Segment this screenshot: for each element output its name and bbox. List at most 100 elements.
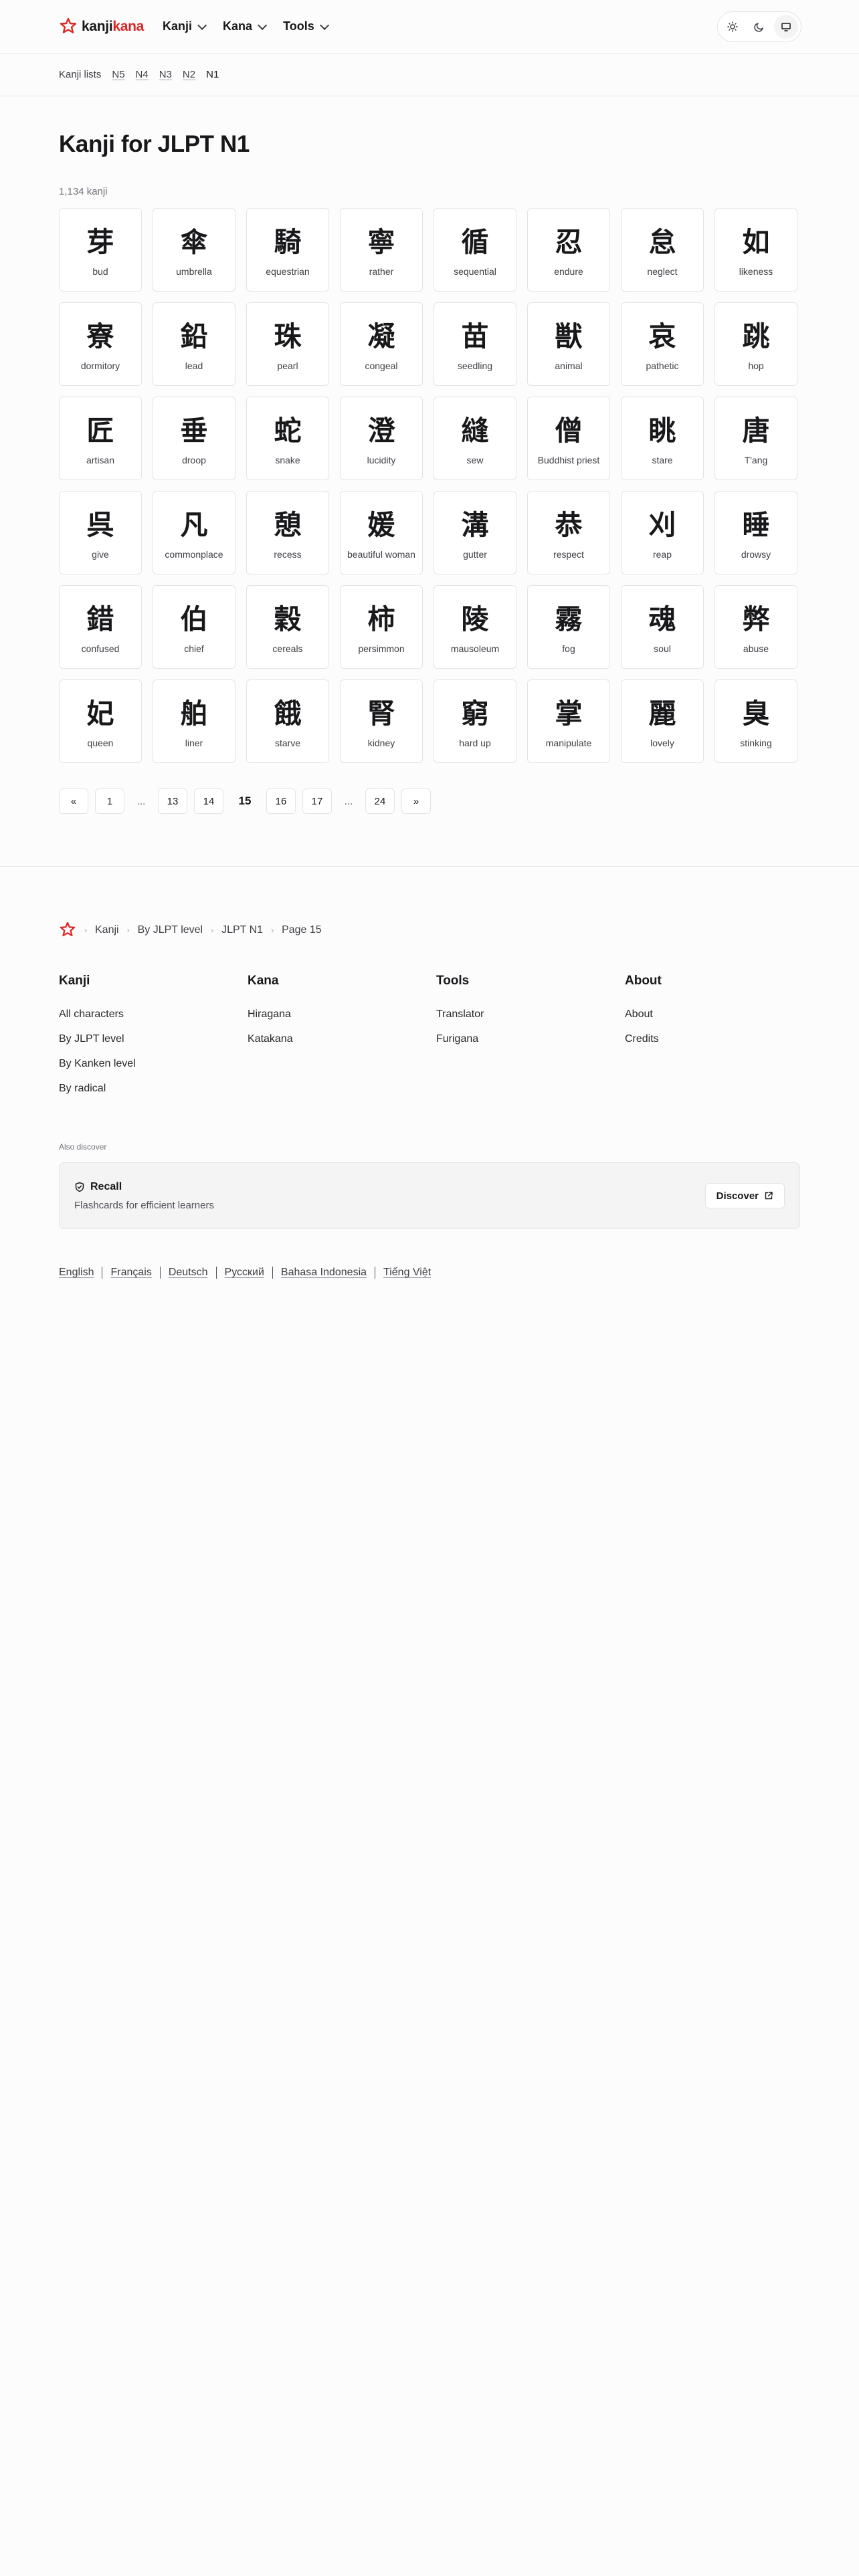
kanji-card[interactable]: 餓 starve (246, 679, 329, 763)
footer-link[interactable]: By radical (59, 1083, 248, 1095)
breadcrumb-item[interactable]: By JLPT level (138, 924, 203, 936)
level-link-n3[interactable]: N3 (159, 69, 172, 80)
language-link-russian[interactable]: Русский (215, 1267, 272, 1279)
kanji-card[interactable]: 穀 cereals (246, 585, 329, 669)
page-button-13[interactable]: 13 (158, 788, 187, 814)
kanji-card[interactable]: 傘 umbrella (153, 208, 235, 292)
kanji-card[interactable]: 刈 reap (621, 491, 704, 574)
kanji-card[interactable]: 窮 hard up (434, 679, 516, 763)
logo[interactable]: kanjikana (59, 17, 144, 36)
kanji-card[interactable]: 掌 manipulate (527, 679, 610, 763)
kanji-card[interactable]: 澄 lucidity (340, 397, 423, 480)
logo-text-kana: kana (112, 18, 145, 34)
footer-link[interactable]: About (625, 1008, 814, 1021)
light-theme-button[interactable] (721, 15, 745, 39)
footer-link[interactable]: By JLPT level (59, 1033, 248, 1045)
discover-button[interactable]: Discover (704, 1183, 785, 1208)
page-button-14[interactable]: 14 (194, 788, 223, 814)
page-button-1[interactable]: 1 (95, 788, 124, 814)
kanji-card[interactable]: 寮 dormitory (59, 302, 142, 386)
footer-link[interactable]: Hiragana (248, 1008, 436, 1021)
kanji-meaning: artisan (86, 455, 115, 465)
kanji-card[interactable]: 腎 kidney (340, 679, 423, 763)
kanji-card[interactable]: 珠 pearl (246, 302, 329, 386)
kanji-card[interactable]: 溝 gutter (434, 491, 516, 574)
kanji-card[interactable]: 獣 animal (527, 302, 610, 386)
logo-text-kanji: kanji (82, 18, 113, 34)
kanji-card[interactable]: 妃 queen (59, 679, 142, 763)
kanji-card[interactable]: 凝 congeal (340, 302, 423, 386)
kanji-card[interactable]: 媛 beautiful woman (340, 491, 423, 574)
page-button-17[interactable]: 17 (302, 788, 332, 814)
kanji-card[interactable]: 臭 stinking (714, 679, 797, 763)
footer-link[interactable]: All characters (59, 1008, 248, 1021)
kanji-card[interactable]: 錯 confused (59, 585, 142, 669)
kanji-card[interactable]: 陵 mausoleum (434, 585, 516, 669)
kanji-character: 垂 (180, 415, 208, 447)
language-link-french[interactable]: Français (102, 1267, 159, 1279)
prev-page-button[interactable]: « (59, 788, 88, 814)
footer-link[interactable]: Translator (436, 1008, 625, 1021)
footer-link[interactable]: Credits (625, 1033, 814, 1045)
kanji-card[interactable]: 柿 persimmon (340, 585, 423, 669)
language-link-indonesian[interactable]: Bahasa Indonesia (272, 1267, 375, 1279)
breadcrumb-item[interactable]: Kanji (95, 924, 119, 936)
kanji-character: 恭 (555, 509, 583, 541)
kanji-card[interactable]: 垂 droop (153, 397, 235, 480)
kanji-card[interactable]: 忍 endure (527, 208, 610, 292)
flower-logo-icon[interactable] (59, 922, 76, 939)
kanji-card[interactable]: 呉 give (59, 491, 142, 574)
level-link-n4[interactable]: N4 (136, 69, 149, 80)
nav-kanji[interactable]: Kanji (163, 19, 207, 33)
page-button-16[interactable]: 16 (266, 788, 296, 814)
kanji-card[interactable]: 縫 sew (434, 397, 516, 480)
nav-kana[interactable]: Kana (223, 19, 268, 33)
kanji-card[interactable]: 寧 rather (340, 208, 423, 292)
kanji-card[interactable]: 苗 seedling (434, 302, 516, 386)
kanji-card[interactable]: 唐 T'ang (714, 397, 797, 480)
dark-theme-button[interactable] (747, 15, 771, 39)
next-page-button[interactable]: » (401, 788, 431, 814)
kanji-meaning: hop (748, 360, 764, 371)
kanji-card[interactable]: 怠 neglect (621, 208, 704, 292)
kanji-card[interactable]: 麗 lovely (621, 679, 704, 763)
page-button-24[interactable]: 24 (365, 788, 395, 814)
language-link-english[interactable]: English (59, 1267, 102, 1279)
kanji-character: 麗 (648, 697, 676, 730)
footer-link[interactable]: Katakana (248, 1033, 436, 1045)
language-link-german[interactable]: Deutsch (159, 1267, 216, 1279)
kanji-card[interactable]: 憩 recess (246, 491, 329, 574)
kanji-card[interactable]: 伯 chief (153, 585, 235, 669)
kanji-card[interactable]: 如 likeness (714, 208, 797, 292)
breadcrumb-item[interactable]: JLPT N1 (221, 924, 263, 936)
kanji-card[interactable]: 霧 fog (527, 585, 610, 669)
system-theme-button[interactable] (774, 15, 798, 39)
kanji-card[interactable]: 鉛 lead (153, 302, 235, 386)
kanji-meaning: manipulate (545, 738, 592, 748)
kanji-card[interactable]: 匠 artisan (59, 397, 142, 480)
kanji-character: 憩 (274, 509, 302, 541)
kanji-card[interactable]: 跳 hop (714, 302, 797, 386)
kanji-card[interactable]: 恭 respect (527, 491, 610, 574)
kanji-card[interactable]: 騎 equestrian (246, 208, 329, 292)
kanji-card[interactable]: 蛇 snake (246, 397, 329, 480)
kanji-card[interactable]: 魂 soul (621, 585, 704, 669)
kanji-card[interactable]: 哀 pathetic (621, 302, 704, 386)
footer-link[interactable]: By Kanken level (59, 1058, 248, 1070)
kanji-card[interactable]: 弊 abuse (714, 585, 797, 669)
kanji-card[interactable]: 睡 drowsy (714, 491, 797, 574)
kanji-meaning: kidney (367, 738, 395, 748)
recall-promo-card: Recall Flashcards for efficient learners… (59, 1162, 800, 1229)
kanji-card[interactable]: 凡 commonplace (153, 491, 235, 574)
kanji-card[interactable]: 循 sequential (434, 208, 516, 292)
pagination-ellipsis: ... (344, 795, 353, 807)
level-link-n2[interactable]: N2 (183, 69, 195, 80)
language-link-vietnamese[interactable]: Tiếng Việt (375, 1267, 439, 1279)
level-link-n5[interactable]: N5 (112, 69, 124, 80)
footer-link[interactable]: Furigana (436, 1033, 625, 1045)
kanji-card[interactable]: 舶 liner (153, 679, 235, 763)
kanji-card[interactable]: 芽 bud (59, 208, 142, 292)
nav-tools[interactable]: Tools (283, 19, 329, 33)
kanji-card[interactable]: 僧 Buddhist priest (527, 397, 610, 480)
kanji-card[interactable]: 眺 stare (621, 397, 704, 480)
